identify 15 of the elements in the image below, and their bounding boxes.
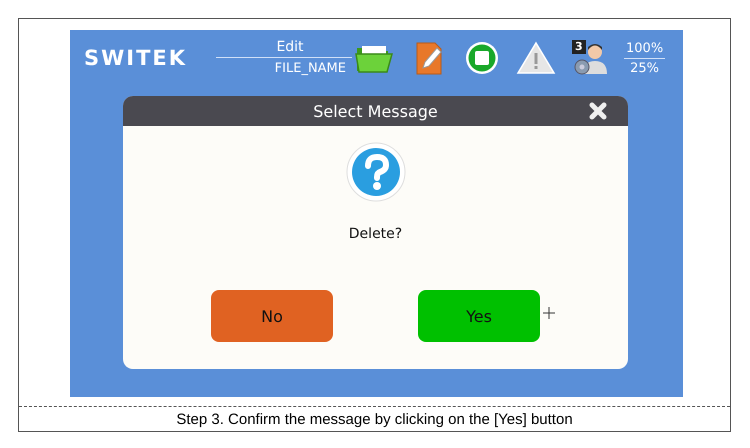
yes-button[interactable]: Yes xyxy=(418,290,540,342)
warning-icon[interactable] xyxy=(516,40,556,76)
cursor-icon xyxy=(542,306,556,320)
close-icon[interactable] xyxy=(588,101,608,121)
question-icon xyxy=(346,142,406,202)
file-name: FILE_NAME xyxy=(274,60,346,78)
mode-label: Edit xyxy=(216,36,352,58)
zoom-value: 25% xyxy=(630,60,660,76)
zoom-value: 100% xyxy=(624,40,666,58)
caption: Step 3. Confirm the message by clicking on the [Yes] button xyxy=(19,406,730,431)
dialog-message: Delete? xyxy=(348,226,402,242)
dialog-title: Select Message xyxy=(313,102,438,120)
badge: 3 xyxy=(572,40,586,54)
logo: SWITEK xyxy=(84,46,188,70)
no-button[interactable]: No xyxy=(211,290,333,342)
